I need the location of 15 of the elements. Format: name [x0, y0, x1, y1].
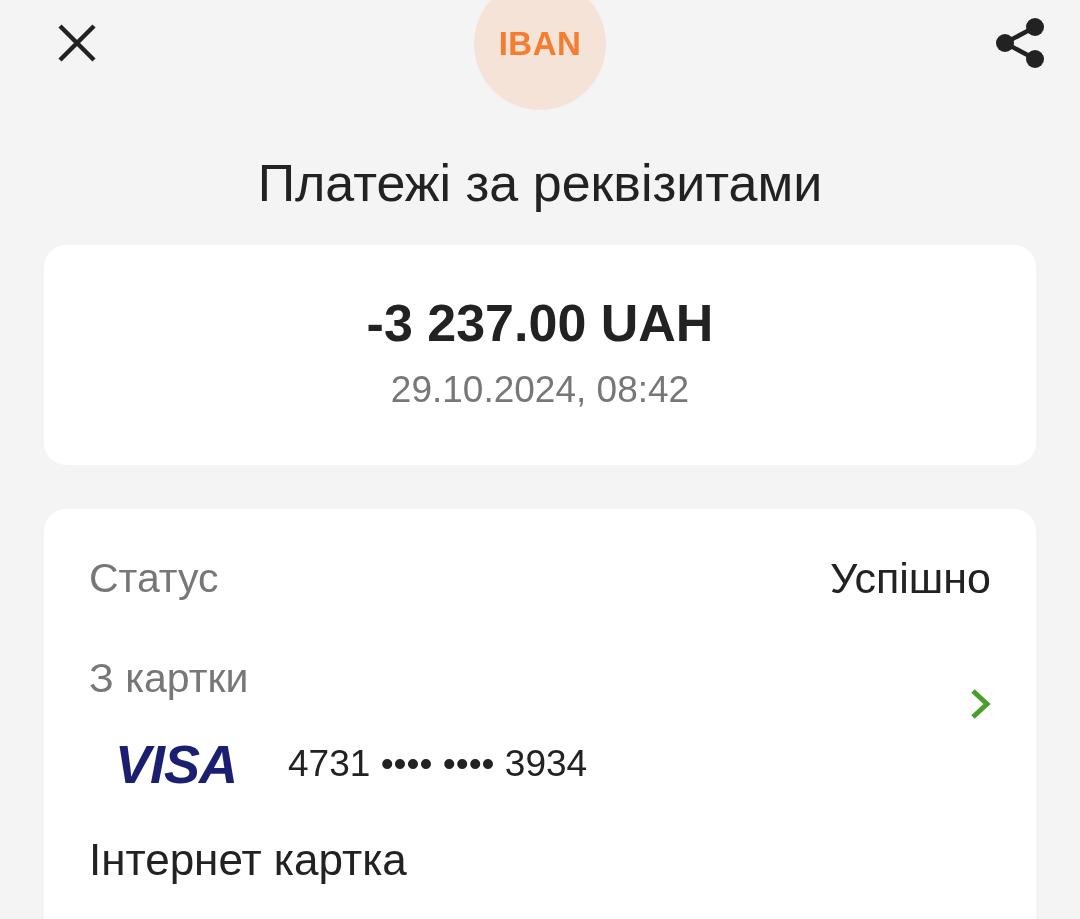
source-label: З картки [89, 654, 250, 702]
iban-badge: IBAN [474, 0, 606, 110]
share-button[interactable] [994, 17, 1046, 69]
status-value: Успішно [830, 554, 991, 602]
card-brand-logo: VISA [115, 737, 238, 791]
share-icon [994, 17, 1046, 69]
close-icon [57, 23, 97, 63]
close-button[interactable] [57, 23, 97, 63]
card-name: Інтернет картка [89, 836, 408, 884]
status-label: Статус [89, 554, 219, 602]
page-title: Платежі за реквізитами [257, 153, 823, 213]
chevron-right-icon[interactable] [969, 688, 991, 720]
payment-datetime: 29.10.2024, 08:42 [390, 368, 690, 412]
payment-amount: -3 237.00 UAH [366, 297, 714, 349]
card-number: 4731 •••• •••• 3934 [288, 742, 588, 786]
